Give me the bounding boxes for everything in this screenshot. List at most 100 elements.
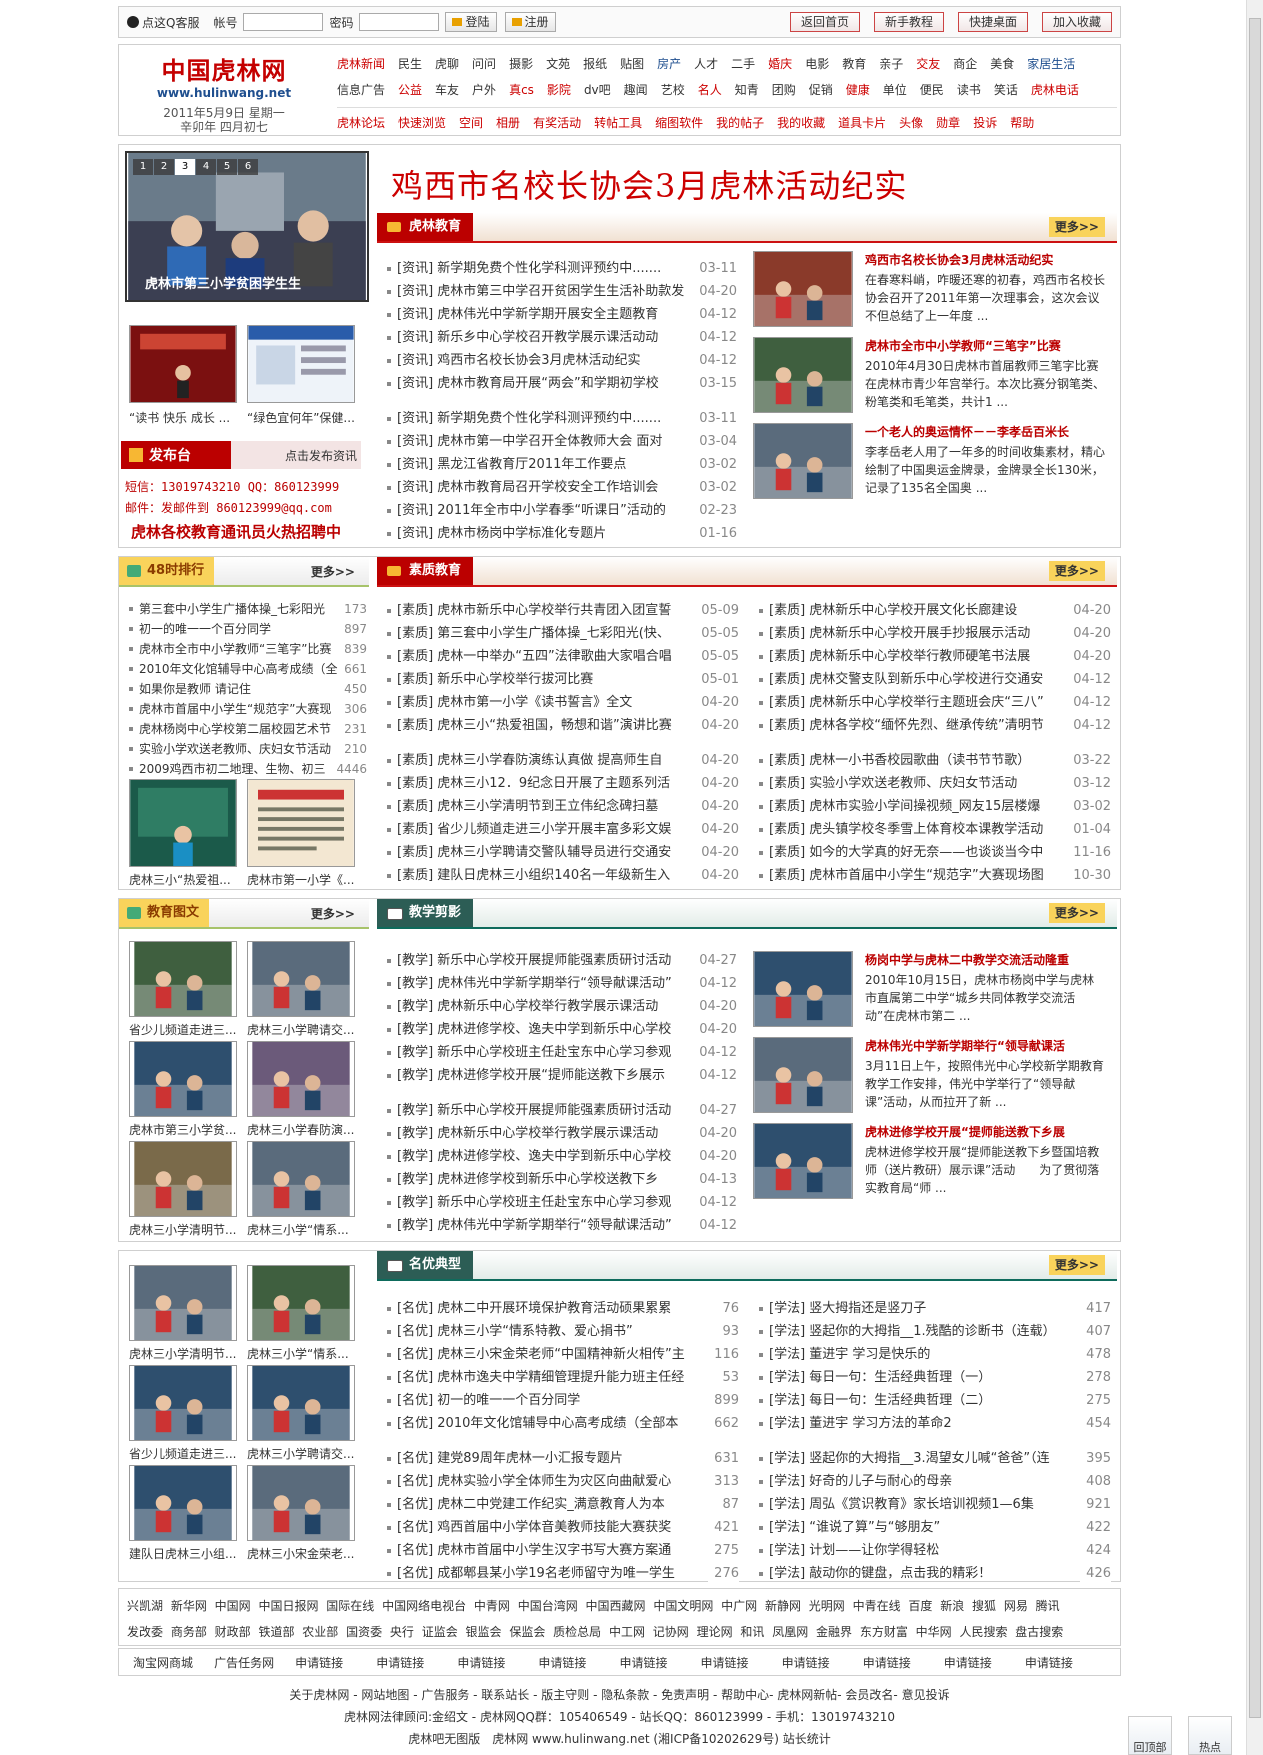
list-item[interactable]: [资讯] 虎林市杨岗中学标准化专题片 01-16: [387, 522, 737, 545]
nav-item[interactable]: 问问: [472, 51, 496, 77]
list-item[interactable]: [教学] 新乐中心学校班主任赴宝东中心学习参观 04-12: [387, 1191, 737, 1214]
grid-photo[interactable]: [247, 1265, 355, 1341]
nav-item[interactable]: 缩图软件: [655, 110, 703, 133]
item-title[interactable]: [教学] 虎林进修学校开展“提师能送教下乡展示: [397, 1068, 665, 1083]
nav-item[interactable]: 民生: [398, 51, 422, 77]
list-item[interactable]: [学法] 好奇的儿子与耐心的母亲 408: [759, 1470, 1111, 1493]
list-item[interactable]: [资讯] 虎林市教育局召开学校安全工作培训会 03-02: [387, 476, 737, 499]
nav-item[interactable]: 名人: [698, 77, 722, 103]
list-item[interactable]: [素质] 虎林各学校“缅怀先烈、继承传统”清明节 04-12: [759, 714, 1111, 737]
nav-item[interactable]: 人才: [694, 51, 718, 77]
list-item[interactable]: [资讯] 虎林市第三中学召开贫困学生生活补助款发 04-20: [387, 280, 737, 303]
list-item[interactable]: [素质] 虎林市实验小学间操视频_网友15层楼爆 03-02: [759, 795, 1111, 818]
grid-caption[interactable]: 虎林三小学“情系...: [247, 1221, 357, 1238]
login-button[interactable]: 登陆: [445, 12, 496, 32]
item-title[interactable]: [素质] 建队日虎林三小组织140名一年级新生入: [397, 868, 670, 883]
list-item[interactable]: [教学] 新乐中心学校开展提师能强素质研讨活动 04-27: [387, 1099, 737, 1122]
item-title[interactable]: [资讯] 新乐乡中心学校召开教学展示课活动动: [397, 330, 658, 345]
item-title[interactable]: [学法] 竖起你的大拇指__1.残酷的诊断书（连载）: [769, 1324, 1056, 1339]
list-item[interactable]: [名优] 2010年文化馆辅导中心高考成绩（全部本 662: [387, 1412, 739, 1435]
list-item[interactable]: [名优] 虎林三小宋金荣老师“中国精神新火相传”主 116: [387, 1343, 739, 1366]
item-title[interactable]: [教学] 虎林进修学校、逸夫中学到新乐中心学校: [397, 1149, 671, 1164]
list-item[interactable]: [资讯] 虎林市第一中学召开全体教师大会 面对 03-04: [387, 430, 737, 453]
list-item[interactable]: [素质] 省少儿频道走进三小学开展丰富多彩文娱 04-20: [387, 818, 739, 841]
partner-link[interactable]: 申请链接: [782, 1654, 863, 1671]
grid-photo[interactable]: [129, 1041, 237, 1117]
news-item[interactable]: 一个老人的奥运情怀－－李孝岳百米长 李孝岳老人用了一年多的时间收集素材，精心绘制了…: [753, 423, 1108, 503]
nav-item[interactable]: 促销: [809, 77, 833, 103]
item-title[interactable]: [学法] 董进宇 学习方法的革命2: [769, 1416, 952, 1431]
nav-item[interactable]: 快速浏览: [398, 110, 446, 133]
rank-photo-1-caption[interactable]: 虎林三小“热爱祖...: [129, 871, 239, 888]
item-title[interactable]: [资讯] 鸡西市名校长协会3月虎林活动纪实: [397, 353, 641, 368]
slider-tab[interactable]: 6: [238, 159, 258, 175]
news-item[interactable]: 虎林进修学校开展“提师能送教下乡展 虎林进修学校开展“提师能送教下乡暨国培教师（送…: [753, 1123, 1108, 1203]
nav-item[interactable]: 单位: [883, 77, 907, 103]
item-title[interactable]: [教学] 虎林新乐中心学校举行教学展示课活动: [397, 1126, 658, 1141]
list-item[interactable]: [素质] 虎林市首届中小学生“规范字”大赛现场图 10-30: [759, 864, 1111, 887]
nav-item[interactable]: 相册: [496, 110, 520, 133]
item-title[interactable]: 虎林杨岗中心学校第二届校园艺术节: [139, 722, 331, 736]
grid-photo[interactable]: [247, 941, 355, 1017]
item-title[interactable]: [名优] 2010年文化馆辅导中心高考成绩（全部本: [397, 1416, 678, 1431]
nav-item[interactable]: 文苑: [546, 51, 570, 77]
news-photo[interactable]: [753, 251, 853, 327]
recruit-text[interactable]: 虎林各校教育通讯员火热招聘中: [131, 521, 341, 542]
item-title[interactable]: [学法] “谁说了算”与“够朋友”: [769, 1520, 940, 1535]
item-title[interactable]: [教学] 新乐中心学校班主任赴宝东中心学习参观: [397, 1195, 671, 1210]
list-item[interactable]: [素质] 虎林市新乐中心学校举行共青团入团宣誓 05-09: [387, 599, 739, 622]
list-item[interactable]: [素质] 虎林市第一小学《读书誓言》全文 04-20: [387, 691, 739, 714]
item-title[interactable]: 2010年文化馆辅导中心高考成绩（全: [139, 662, 338, 676]
slider-tab[interactable]: 3: [175, 159, 195, 175]
nav-item[interactable]: 车友: [435, 77, 459, 103]
list-item[interactable]: [学法] 竖大拇指还是竖刀子 417: [759, 1297, 1111, 1320]
quality-more-link[interactable]: 更多>>: [1049, 561, 1105, 581]
nav-item[interactable]: 虎林论坛: [337, 110, 385, 133]
list-item[interactable]: [资讯] 鸡西市名校长协会3月虎林活动纪实 04-12: [387, 349, 737, 372]
nav-item[interactable]: 摄影: [509, 51, 533, 77]
list-item[interactable]: [教学] 虎林伟光中学新学期举行“领导献课活动” 04-12: [387, 972, 737, 995]
item-title[interactable]: [教学] 虎林新乐中心学校举行教学展示课活动: [397, 999, 658, 1014]
item-title[interactable]: [素质] 虎林新乐中心学校开展文化长廊建设: [769, 603, 1017, 618]
list-item[interactable]: [资讯] 虎林伟光中学新学期开展安全主题教育 04-12: [387, 303, 737, 326]
item-title[interactable]: [资讯] 虎林市第三中学召开贫困学生生活补助款发: [397, 284, 684, 299]
list-item[interactable]: [名优] 鸡西首届中小学体音美教师技能大赛获奖 421: [387, 1516, 739, 1539]
item-title[interactable]: [名优] 虎林三小宋金荣老师“中国精神新火相传”主: [397, 1347, 685, 1362]
item-title[interactable]: [素质] 虎林一小书香校园歌曲（读书节节歌）: [769, 753, 1030, 768]
list-item[interactable]: [素质] 虎林三小“热爱祖国，畅想和谐”演讲比赛 04-20: [387, 714, 739, 737]
news-item[interactable]: 杨岗中学与虎林二中教学交流活动隆重 2010年10月15日，虎林市杨岗中学与虎林市…: [753, 951, 1108, 1031]
partner-link[interactable]: 申请链接: [701, 1654, 782, 1671]
item-title[interactable]: [教学] 新乐中心学校开展提师能强素质研讨活动: [397, 1103, 671, 1118]
nav-item[interactable]: 房产: [657, 51, 681, 77]
edu-more-link[interactable]: 更多>>: [1049, 217, 1105, 237]
list-item[interactable]: [名优] 初一的唯一一个百分同学 899: [387, 1389, 739, 1412]
grid-photo[interactable]: [247, 1365, 355, 1441]
nav-item[interactable]: 户外: [472, 77, 496, 103]
list-item[interactable]: [学法] 竖起你的大拇指__3.渴望女儿喊“爸爸”（连 395: [759, 1447, 1111, 1470]
nav-item[interactable]: 商企: [953, 51, 977, 77]
grid-photo[interactable]: [247, 1465, 355, 1541]
scrollbar-thumb[interactable]: [1249, 18, 1261, 1718]
item-title[interactable]: [素质] 虎林一中举办“五四”法律歌曲大家唱合唱: [397, 649, 672, 664]
item-title[interactable]: [教学] 虎林伟光中学新学期举行“领导献课活动”: [397, 1218, 672, 1233]
item-title[interactable]: [名优] 初一的唯一一个百分同学: [397, 1393, 580, 1408]
item-title[interactable]: [素质] 虎林新乐中心学校开展手抄报展示活动: [769, 626, 1030, 641]
item-title[interactable]: 2009鸡西市初二地理、生物、初三: [139, 762, 326, 776]
item-title[interactable]: 如果你是教师 请记住: [139, 682, 251, 696]
item-title[interactable]: [素质] 虎林三小12．9纪念日开展了主题系列活: [397, 776, 670, 791]
tutorial-button[interactable]: 新手教程: [874, 12, 944, 32]
list-item[interactable]: [素质] 虎林新乐中心学校开展手抄报展示活动 04-20: [759, 622, 1111, 645]
qq-service-link[interactable]: 点这Q客服: [142, 14, 199, 31]
nav-item[interactable]: 教育: [842, 51, 866, 77]
slider-tab[interactable]: 1: [133, 159, 153, 175]
item-title[interactable]: [学法] 每日一句：生活经典哲理（二）: [769, 1393, 991, 1408]
password-input[interactable]: [359, 13, 439, 31]
item-title[interactable]: [素质] 虎林三小学聘请交警队辅导员进行交通安: [397, 845, 671, 860]
list-item[interactable]: [资讯] 黑龙江省教育厅2011年工作要点 03-02: [387, 453, 737, 476]
list-item[interactable]: [名优] 虎林市首届中小学生汉字书写大赛方案通 275: [387, 1539, 739, 1562]
nav-item[interactable]: 虎聊: [435, 51, 459, 77]
grid-caption[interactable]: 虎林三小学春防演...: [247, 1121, 357, 1138]
list-item[interactable]: 如果你是教师 请记住 450: [129, 679, 367, 699]
nav-item[interactable]: 亲子: [879, 51, 903, 77]
list-item[interactable]: 虎林市全市中小学教师“三笔字”比赛 839: [129, 639, 367, 659]
